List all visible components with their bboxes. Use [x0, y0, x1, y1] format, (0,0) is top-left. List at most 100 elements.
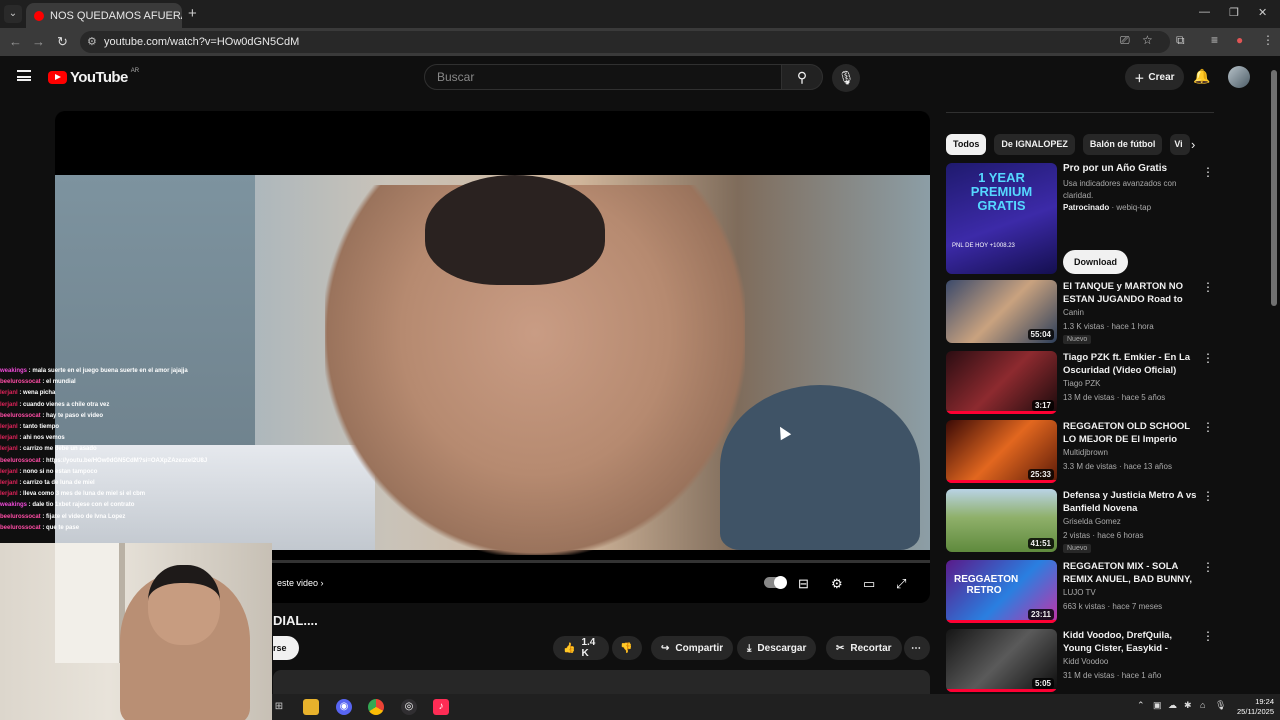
video-menu-icon[interactable]: ⋮: [1202, 629, 1214, 643]
task-view-icon[interactable]: ⊞: [271, 699, 287, 715]
theater-mode-icon[interactable]: ▭: [863, 576, 875, 592]
channel-name[interactable]: Tiago PZK: [1063, 379, 1101, 388]
chrome-icon[interactable]: [368, 699, 384, 715]
ad-title[interactable]: Pro por un Año Gratis: [1063, 163, 1167, 174]
video-title[interactable]: REGGAETON OLD SCHOOL LO MEJOR DE El Impe…: [1063, 420, 1201, 446]
like-button[interactable]: 👍 1.4 K: [553, 636, 609, 660]
forward-icon[interactable]: →: [32, 34, 45, 49]
video-title[interactable]: Kidd Voodoo, DrefQuila, Young Cister, Ea…: [1063, 629, 1201, 655]
subscribe-button[interactable]: rse: [273, 636, 299, 660]
url-field[interactable]: ⚙ youtube.com/watch?v=HOw0dGN5CdM: [80, 31, 1170, 53]
filter-chip[interactable]: Todos: [946, 134, 987, 155]
related-video[interactable]: REGGAETON RETRO 23:11 REGGAETON MIX - SOLA…: [946, 560, 1214, 624]
settings-gear-icon[interactable]: ⚙: [831, 576, 843, 592]
subtitles-icon[interactable]: ⊟: [798, 576, 809, 592]
share-button[interactable]: ↪ Compartir: [651, 636, 734, 660]
related-video[interactable]: 5:05 Kidd Voodoo, DrefQuila, Young Cister…: [946, 629, 1214, 693]
autoplay-toggle[interactable]: [764, 576, 787, 589]
site-info-icon[interactable]: ⚙: [87, 35, 97, 48]
taskbar-clock[interactable]: 19:24 25/11/2025: [1226, 697, 1274, 717]
onedrive-icon[interactable]: ☁: [1168, 700, 1177, 711]
ad-download-button[interactable]: Download: [1063, 250, 1128, 274]
search-button[interactable]: ⚲: [781, 64, 823, 90]
related-video[interactable]: 25:33 REGGAETON OLD SCHOOL LO MEJOR DE El…: [946, 420, 1214, 484]
new-tab-icon[interactable]: +: [188, 5, 197, 22]
channel-name[interactable]: Multidjbrown: [1063, 448, 1108, 457]
voice-search-icon[interactable]: 🎙: [832, 64, 860, 92]
youtube-logo[interactable]: YouTube AR: [48, 68, 139, 86]
video-title[interactable]: Tiago PZK ft. Emkier - En La Oscuridad (…: [1063, 351, 1201, 377]
tray-app-icon[interactable]: ▣: [1153, 700, 1162, 711]
chat-text: tanto tiempo: [23, 424, 60, 431]
close-window-icon[interactable]: ✕: [1258, 6, 1267, 19]
create-button[interactable]: ＋ Crear: [1125, 64, 1184, 90]
filter-chip[interactable]: De IGNALOPEZ: [994, 134, 1075, 155]
video-thumbnail[interactable]: REGGAETON RETRO 23:11: [946, 560, 1057, 623]
media-controls-icon[interactable]: ≡: [1211, 33, 1218, 47]
video-title[interactable]: Defensa y Justicia Metro A vs Banfield N…: [1063, 489, 1201, 515]
related-video[interactable]: 55:04 El TANQUE y MARTON NO ESTAN JUGANDO…: [946, 280, 1214, 344]
profile-icon[interactable]: ●: [1236, 33, 1243, 47]
bookmark-star-icon[interactable]: ☆: [1142, 33, 1153, 47]
page-scrollbar[interactable]: [1271, 70, 1277, 306]
tiktok-icon[interactable]: ♪: [433, 699, 449, 715]
chat-text: lleva como 3 mes de luna de miel si el c…: [23, 491, 146, 498]
end-screen-link[interactable]: este video ›: [277, 578, 324, 588]
chat-message: beelurossocat : hay te paso el video: [0, 411, 280, 422]
discord-icon[interactable]: ◉: [336, 699, 352, 715]
chips-next-icon[interactable]: ›: [1191, 137, 1195, 152]
more-actions-button[interactable]: ⋯: [904, 636, 930, 660]
video-thumbnail[interactable]: 3:17: [946, 351, 1057, 414]
browser-menu-icon[interactable]: ⋮: [1262, 33, 1274, 47]
video-menu-icon[interactable]: ⋮: [1202, 489, 1214, 503]
search-input[interactable]: Buscar: [424, 64, 782, 90]
video-thumbnail[interactable]: 41:51: [946, 489, 1057, 552]
microphone-tray-icon[interactable]: 🎙: [1215, 700, 1226, 711]
video-thumbnail[interactable]: 5:05: [946, 629, 1057, 692]
extensions-icon[interactable]: ⧉: [1176, 33, 1185, 48]
bluetooth-icon[interactable]: ✱: [1184, 700, 1192, 711]
related-video[interactable]: 41:51 Defensa y Justicia Metro A vs Banfi…: [946, 489, 1214, 553]
video-menu-icon[interactable]: ⋮: [1202, 420, 1214, 434]
chat-message: lerjanl : wena picha: [0, 388, 280, 399]
dislike-button[interactable]: 👎: [612, 636, 642, 660]
video-menu-icon[interactable]: ⋮: [1202, 351, 1214, 365]
network-icon[interactable]: ⌂: [1200, 700, 1205, 710]
restore-icon[interactable]: ❐: [1229, 6, 1239, 19]
clip-button[interactable]: ✂ Recortar: [826, 636, 902, 660]
hamburger-menu-icon[interactable]: [17, 70, 31, 81]
video-duration: 55:04: [1027, 329, 1054, 340]
video-thumbnail[interactable]: 55:04: [946, 280, 1057, 343]
file-explorer-icon[interactable]: [303, 699, 319, 715]
filter-chip[interactable]: Vi: [1170, 134, 1191, 155]
channel-name[interactable]: LUJO TV: [1063, 588, 1096, 597]
video-menu-icon[interactable]: ⋮: [1202, 280, 1214, 294]
video-title[interactable]: REGGAETON MIX - SOLA REMIX ANUEL, BAD BU…: [1063, 560, 1201, 586]
video-thumbnail[interactable]: 25:33: [946, 420, 1057, 483]
description-box[interactable]: [273, 670, 930, 694]
tray-chevron-icon[interactable]: ⌃: [1137, 700, 1145, 711]
channel-name[interactable]: Griselda Gomez: [1063, 517, 1121, 526]
reload-icon[interactable]: ↻: [57, 34, 68, 50]
account-avatar[interactable]: [1228, 66, 1250, 88]
tab-list-chevron-icon[interactable]: ⌄: [4, 5, 22, 23]
notifications-bell-icon[interactable]: 🔔: [1193, 68, 1210, 85]
ad-menu-icon[interactable]: ⋮: [1202, 165, 1214, 179]
new-badge: Nuevo: [1063, 544, 1092, 553]
channel-name[interactable]: Canin: [1063, 308, 1084, 317]
video-title[interactable]: El TANQUE y MARTON NO ESTAN JUGANDO Road…: [1063, 280, 1201, 306]
video-meta: 1.3 K vistas · hace 1 hora: [1063, 322, 1154, 331]
download-button[interactable]: ⤓ Descargar: [737, 636, 817, 660]
ad-thumbnail[interactable]: 1 YEAR PREMIUM GRATIS PNL DE HOY +1008.2…: [946, 163, 1057, 274]
sponsored-ad[interactable]: 1 YEAR PREMIUM GRATIS PNL DE HOY +1008.2…: [946, 163, 1214, 275]
related-video[interactable]: 3:17 Tiago PZK ft. Emkier - En La Oscurid…: [946, 351, 1214, 415]
back-icon[interactable]: ←: [9, 34, 22, 49]
video-menu-icon[interactable]: ⋮: [1202, 560, 1214, 574]
filter-chip[interactable]: Balón de fútbol: [1082, 134, 1163, 155]
fullscreen-icon[interactable]: ⤢: [896, 576, 906, 592]
cast-icon[interactable]: ⎚: [1120, 33, 1130, 48]
obs-icon[interactable]: ◎: [401, 699, 417, 715]
browser-tab[interactable]: NOS QUEDAMOS AFUERA | 🔊 ✕: [26, 3, 182, 28]
channel-name[interactable]: Kidd Voodoo: [1063, 657, 1108, 666]
minimize-icon[interactable]: —: [1199, 6, 1210, 18]
